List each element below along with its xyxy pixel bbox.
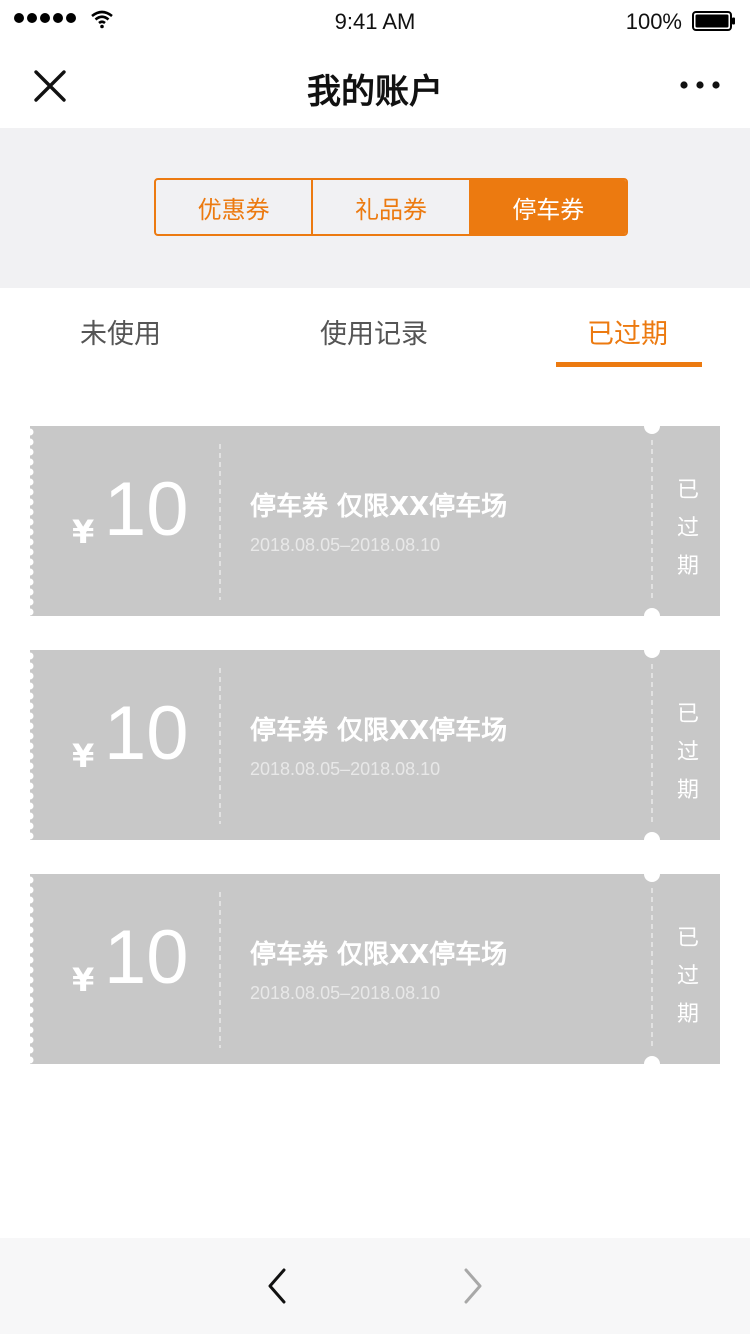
tab-usage-history[interactable]: 使用记录 (320, 312, 428, 351)
coupon-card[interactable]: ¥ 10 停车券 仅限XX停车场 2018.08.05–2018.08.10 已… (30, 650, 720, 840)
status-char: 期 (676, 1002, 699, 1027)
coupon-type-area: 优惠券 礼品券 停车券 (0, 128, 750, 288)
chevron-left-icon[interactable] (262, 1264, 290, 1308)
coupon-title: 停车券 仅限XX停车场 (250, 492, 508, 522)
status-char: 已 (676, 702, 699, 727)
status-char: 已 (676, 478, 699, 503)
coupon-card[interactable]: ¥ 10 停车券 仅限XX停车场 2018.08.05–2018.08.10 已… (30, 874, 720, 1064)
coupon-status: 已 过 期 (664, 696, 712, 804)
status-tabs: 未使用 使用记录 已过期 (0, 288, 750, 370)
coupon-amount: 10 (104, 467, 189, 552)
currency-symbol: ¥ (72, 737, 95, 775)
coupon-status: 已 过 期 (664, 472, 712, 580)
coupon-date-range: 2018.08.05–2018.08.10 (250, 759, 441, 779)
nav-bar: 我的账户 (0, 44, 750, 128)
status-char: 已 (676, 926, 699, 951)
tab-unused[interactable]: 未使用 (80, 312, 161, 351)
coupon-status: 已 过 期 (664, 920, 712, 1028)
battery-icon (692, 11, 735, 31)
coupon-title: 停车券 仅限XX停车场 (250, 716, 508, 746)
status-char: 过 (676, 740, 699, 765)
coupon-amount: 10 (104, 915, 189, 1000)
coupon-title: 停车券 仅限XX停车场 (250, 940, 508, 970)
segment-parking-coupon[interactable]: 停车券 (468, 180, 626, 234)
currency-symbol: ¥ (72, 961, 95, 999)
status-char: 期 (676, 554, 699, 579)
status-char: 过 (676, 516, 699, 541)
status-char: 期 (676, 778, 699, 803)
tab-expired[interactable]: 已过期 (587, 312, 668, 351)
coupon-date-range: 2018.08.05–2018.08.10 (250, 535, 441, 555)
coupon-card[interactable]: ¥ 10 停车券 仅限XX停车场 2018.08.05–2018.08.10 已… (30, 426, 720, 616)
more-icon[interactable] (678, 74, 722, 96)
chevron-right-icon[interactable] (460, 1264, 488, 1308)
battery-percent: 100% (625, 9, 682, 34)
coupon-type-segment: 优惠券 礼品券 停车券 (154, 178, 628, 236)
page-title: 我的账户 (307, 72, 443, 112)
status-char: 过 (676, 964, 699, 989)
segment-discount-coupon[interactable]: 优惠券 (156, 180, 311, 234)
status-bar: 9:41 AM 100% (0, 0, 750, 44)
segment-gift-coupon[interactable]: 礼品券 (311, 180, 468, 234)
coupon-amount: 10 (104, 691, 189, 776)
coupon-date-range: 2018.08.05–2018.08.10 (250, 983, 441, 1003)
bottom-toolbar (0, 1238, 750, 1334)
currency-symbol: ¥ (72, 513, 95, 551)
active-tab-indicator (556, 362, 702, 367)
